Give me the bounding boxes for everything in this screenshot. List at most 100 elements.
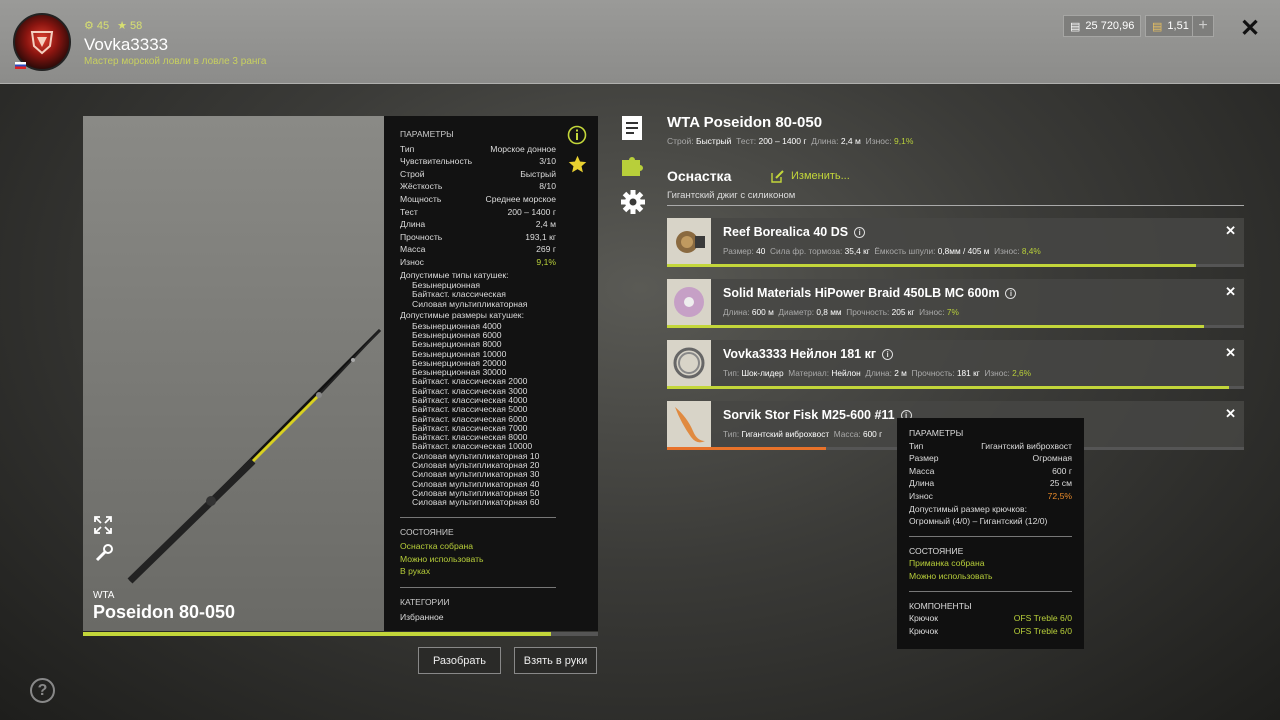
meta-value: 0,8мм / 405 м <box>937 246 990 256</box>
param-key: Тип <box>909 440 924 451</box>
info-icon[interactable]: i <box>854 226 866 238</box>
meta-value: 8,4% <box>1021 246 1041 256</box>
durability-fill <box>667 264 1196 267</box>
length-value: 2,4 м <box>840 136 861 146</box>
user-title: Мастер морской ловли в ловле 3 ранга <box>84 56 267 67</box>
disassemble-button[interactable]: Разобрать <box>418 647 501 674</box>
item-name: Vovka3333 Нейлон 181 кг i <box>723 347 894 361</box>
silver-coin-icon: ▤ <box>1070 20 1081 33</box>
silver-balance: ▤ 25 720,96 <box>1063 15 1142 37</box>
action-label: Строй: <box>667 136 694 146</box>
category-value: Избранное <box>400 611 444 622</box>
edit-icon <box>771 170 784 183</box>
param-row: Жёсткость 8/10 <box>400 180 556 193</box>
info-icon[interactable] <box>567 125 587 150</box>
params-header: ПАРАМЕТРЫ <box>400 129 454 139</box>
rod-params-panel: ПАРАМЕТРЫ Тип Морское донное Чувствительно… <box>384 116 598 631</box>
item-title: Solid Materials HiPower Braid 450LB MC 6… <box>723 286 1000 300</box>
emblem-icon <box>30 31 54 55</box>
remove-item-icon[interactable]: ✕ <box>1225 223 1236 239</box>
item-meta: Размер: 40 Сила фр. тормоза: 35,4 кг Ёмк… <box>723 246 1045 256</box>
item-name: Reef Borealica 40 DS i <box>723 225 866 239</box>
remove-item-icon[interactable]: ✕ <box>1225 284 1236 300</box>
item-durability-bar <box>667 264 1244 267</box>
param-key: Длина <box>909 478 935 489</box>
meta-value: 2,6% <box>1012 368 1032 378</box>
reel-type-item: Силовая мультипликаторная <box>412 298 528 309</box>
meta-label: Износ: <box>984 368 1010 378</box>
param-row: Износ 9,1% <box>400 256 556 269</box>
state-item: Оснастка собрана <box>400 541 474 552</box>
level-icon: ⚙ <box>84 20 94 32</box>
edit-tackle-button[interactable]: Изменить... <box>771 169 850 183</box>
param-value: Быстрый <box>520 168 556 179</box>
meta-value: 7% <box>946 307 959 317</box>
item-meta: Длина: 600 м Диаметр: 0,8 мм Прочность: … <box>723 307 963 317</box>
meta-value: 181 кг <box>956 368 980 378</box>
tooltip-param-row: Тип Гигантский виброхвост <box>909 440 1072 453</box>
param-key: Износ <box>909 490 933 501</box>
expand-icon[interactable] <box>93 515 113 540</box>
param-value: 193,1 кг <box>525 231 556 242</box>
tackle-item[interactable]: Vovka3333 Нейлон 181 кг i Тип: Шок-лидер М… <box>667 340 1244 386</box>
document-icon[interactable] <box>620 115 644 146</box>
favorite-star-icon[interactable] <box>567 154 588 180</box>
tooltip-param-row: Масса 600 г <box>909 465 1072 478</box>
tackle-subtitle: Гигантский джиг с силиконом <box>667 190 796 201</box>
item-durability-bar <box>667 325 1244 328</box>
state-item: В руках <box>400 566 431 577</box>
rod-durability-bar <box>83 632 598 636</box>
param-value: 200 – 1400 г <box>507 206 556 217</box>
meta-value: 0,8 мм <box>816 307 842 317</box>
tackle-item[interactable]: Solid Materials HiPower Braid 450LB MC 6… <box>667 279 1244 325</box>
remove-item-icon[interactable]: ✕ <box>1225 345 1236 361</box>
tackle-item[interactable]: Reef Borealica 40 DS i Размер: 40 Сила фр.… <box>667 218 1244 264</box>
meta-value: Нейлон <box>831 368 861 378</box>
item-name: Solid Materials HiPower Braid 450LB MC 6… <box>723 286 1017 300</box>
remove-item-icon[interactable]: ✕ <box>1225 406 1236 422</box>
info-icon[interactable]: i <box>1005 287 1017 299</box>
rod-brand: WTA <box>93 590 115 601</box>
silver-value: 25 720,96 <box>1085 20 1135 32</box>
help-icon[interactable]: ? <box>30 678 55 703</box>
reel-sizes-label: Допустимые размеры катушек: <box>400 310 524 321</box>
gear-icon[interactable] <box>620 189 646 220</box>
param-row: Масса 269 г <box>400 243 556 256</box>
param-key: Строй <box>400 168 425 179</box>
param-row: Мощность Среднее морское <box>400 193 556 206</box>
item-thumbnail <box>667 279 711 325</box>
take-in-hands-button[interactable]: Взять в руки <box>514 647 597 674</box>
level-stat: ⚙ 45 <box>84 19 110 33</box>
rod-title: WTA Poseidon 80-050 <box>667 114 823 131</box>
puzzle-icon[interactable] <box>620 152 646 183</box>
param-key: Износ <box>400 256 424 267</box>
rod-summary: Строй: Быстрый Тест: 200 – 1400 г Длина:… <box>667 136 913 146</box>
meta-label: Тип: <box>723 429 740 439</box>
level-value: 45 <box>96 19 110 32</box>
state-item: Можно использовать <box>400 553 484 564</box>
repair-icon[interactable] <box>94 543 114 568</box>
close-icon[interactable]: ✕ <box>1240 14 1260 43</box>
add-currency-button[interactable]: + <box>1192 15 1214 37</box>
tooltip-param-row: Износ 72,5% <box>909 490 1072 503</box>
meta-label: Износ: <box>919 307 945 317</box>
param-row: Тест 200 – 1400 г <box>400 206 556 219</box>
categories-header: КАТЕГОРИИ <box>400 596 450 607</box>
tooltip-params-header: ПАРАМЕТРЫ <box>909 428 964 438</box>
param-row: Прочность 193,1 кг <box>400 231 556 244</box>
info-icon[interactable]: i <box>882 348 894 360</box>
param-value: 600 г <box>1052 465 1072 476</box>
param-value: 269 г <box>536 244 556 255</box>
item-meta: Тип: Гигантский виброхвост Масса: 600 г <box>723 429 887 439</box>
item-name: Sorvik Stor Fisk M25-600 #11 i <box>723 408 912 422</box>
param-row: Чувствительность 3/10 <box>400 155 556 168</box>
reel-size-item: Силовая мультипликаторная 60 <box>412 497 540 508</box>
param-key: Масса <box>909 465 935 476</box>
rank-value: 58 <box>130 19 143 32</box>
gold-coin-icon: ▤ <box>1152 20 1163 33</box>
test-label: Тест: <box>736 136 757 146</box>
state-item: Приманка собрана <box>909 558 985 569</box>
param-key: Масса <box>400 244 426 255</box>
divider <box>400 586 556 588</box>
meta-label: Тип: <box>723 368 740 378</box>
